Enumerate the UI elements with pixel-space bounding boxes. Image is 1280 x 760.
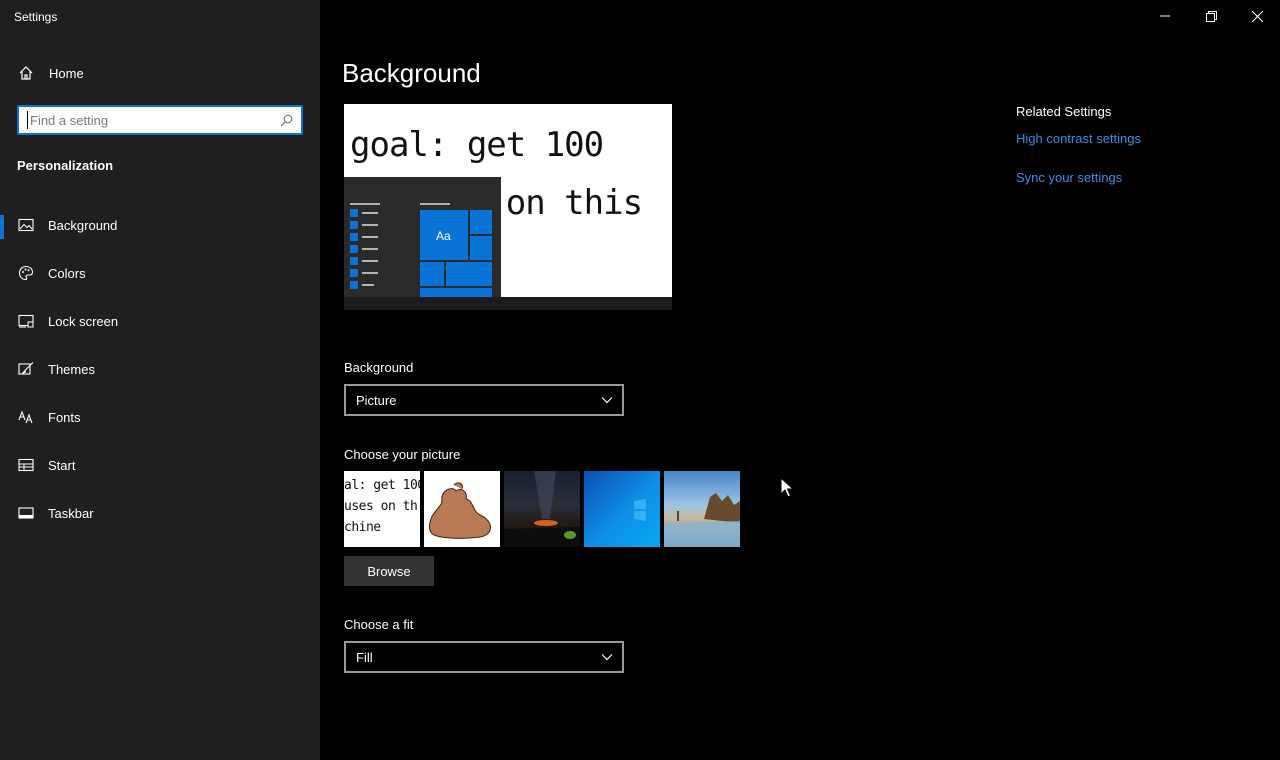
background-type-value: Picture <box>356 393 397 408</box>
sidebar-item-taskbar[interactable]: Taskbar <box>0 493 320 533</box>
home-nav-item[interactable]: Home <box>0 56 320 90</box>
sidebar-item-colors[interactable]: Colors <box>0 253 320 293</box>
fit-value: Fill <box>356 650 373 665</box>
picture-thumbnail-5[interactable] <box>664 471 740 547</box>
choose-fit-label: Choose a fit <box>344 617 414 632</box>
background-type-dropdown[interactable]: Picture <box>344 384 624 416</box>
close-icon <box>1251 10 1263 22</box>
picture-thumbnail-3[interactable] <box>504 471 580 547</box>
background-label: Background <box>344 360 414 375</box>
section-title: Personalization <box>17 158 114 173</box>
taskbar-icon <box>18 507 34 519</box>
sidebar-item-label: Background <box>48 218 118 233</box>
sidebar-item-label: Start <box>48 458 76 473</box>
restore-icon <box>1205 10 1217 22</box>
lock-screen-icon <box>18 314 34 328</box>
start-icon <box>18 458 34 472</box>
picture-thumbnail-1[interactable]: al: get 100 uses on th chine <box>344 471 420 547</box>
sidebar-item-background[interactable]: Background <box>0 205 320 245</box>
minimize-icon <box>1160 15 1170 17</box>
thumbnail-1-text: al: get 100 uses on th chine <box>344 478 420 535</box>
sidebar-item-label: Colors <box>48 266 86 281</box>
sidebar-item-start[interactable]: Start <box>0 445 320 485</box>
home-label: Home <box>49 66 84 81</box>
night-sky-image <box>504 471 580 547</box>
sidebar: Settings Home Personalization Background… <box>0 0 320 760</box>
sidebar-item-label: Lock screen <box>48 314 119 329</box>
sync-settings-link[interactable]: Sync your settings <box>1016 170 1122 185</box>
search-icon[interactable] <box>280 114 293 127</box>
sidebar-item-lock-screen[interactable]: Lock screen <box>0 301 320 341</box>
windows-logo-image <box>634 499 646 521</box>
start-menu-illustration: Aa <box>350 203 492 297</box>
background-preview: goal: get 100 viruses on this machine Aa <box>344 104 672 310</box>
browse-button[interactable]: Browse <box>344 556 434 586</box>
chevron-down-icon <box>601 654 613 661</box>
beach-rocks-image <box>664 493 740 547</box>
sidebar-item-themes[interactable]: Themes <box>0 349 320 389</box>
choose-picture-label: Choose your picture <box>344 447 461 462</box>
home-icon <box>19 66 33 80</box>
fonts-icon <box>18 410 33 424</box>
restore-button[interactable] <box>1188 0 1234 32</box>
close-button[interactable] <box>1234 0 1280 32</box>
page-title: Background <box>342 58 481 88</box>
picture-thumbnail-4[interactable] <box>584 471 660 547</box>
search-input[interactable] <box>27 111 275 129</box>
palette-icon <box>18 265 34 281</box>
sidebar-item-label: Taskbar <box>48 506 94 521</box>
preview-start-menu: Aa <box>344 177 501 297</box>
fit-dropdown[interactable]: Fill <box>344 641 624 673</box>
app-title: Settings <box>14 10 58 24</box>
sidebar-item-fonts[interactable]: Fonts <box>0 397 320 437</box>
sidebar-item-label: Fonts <box>48 410 81 425</box>
themes-brush-icon <box>18 362 34 375</box>
minimize-button[interactable] <box>1142 0 1188 32</box>
chevron-down-icon <box>601 397 613 404</box>
picture-icon <box>18 218 34 232</box>
sidebar-item-label: Themes <box>48 362 95 377</box>
preview-taskbar <box>344 297 672 310</box>
high-contrast-settings-link[interactable]: High contrast settings <box>1016 131 1141 146</box>
brown-blob-image <box>429 482 491 539</box>
mouse-pointer-icon <box>780 477 794 498</box>
related-settings-title: Related Settings <box>1016 104 1112 119</box>
search-box[interactable] <box>17 105 303 135</box>
preview-tile-label: Aa <box>436 229 451 243</box>
picture-thumbnail-2[interactable] <box>424 471 500 547</box>
